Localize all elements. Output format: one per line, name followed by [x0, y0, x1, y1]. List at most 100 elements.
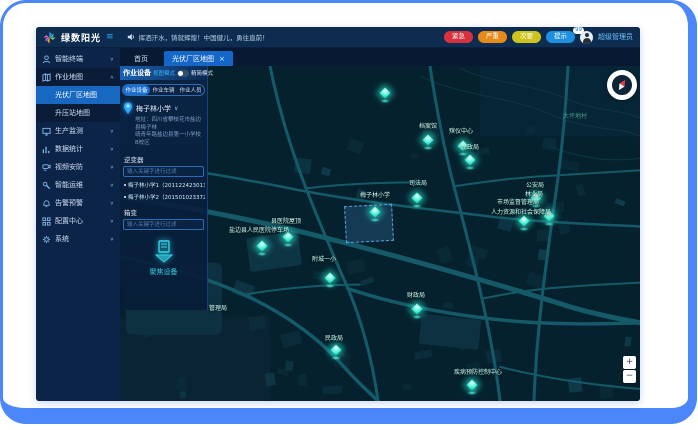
panel-tab-equipment[interactable]: 作业设备: [123, 85, 150, 95]
sidebar-item-label: 配置中心: [55, 216, 83, 226]
panel-title: 作业设备: [123, 68, 151, 78]
map-place-label: 档案馆: [419, 121, 437, 130]
box-transformer-filter-input[interactable]: 输入关键字进行过滤: [123, 219, 204, 230]
device-marker-icon[interactable]: [518, 215, 530, 231]
view-mode-label: 视图模式: [153, 69, 175, 77]
tab-label: 光伏厂区地图: [172, 54, 214, 64]
close-icon[interactable]: ×: [219, 55, 225, 63]
zoom-out-button[interactable]: −: [623, 370, 636, 383]
avatar-image: [580, 31, 593, 44]
panel-tab-vehicles[interactable]: 作业车辆: [150, 85, 177, 95]
sidebar-item-data-statistics[interactable]: 数据统计 ∨: [36, 140, 120, 158]
alarm-badge-minor[interactable]: 次要: [512, 31, 541, 43]
device-marker-icon[interactable]: [411, 303, 423, 319]
panel-header: 作业设备 视图模式 精简模式: [120, 66, 207, 80]
map-place-label: 疾病预防控制中心: [454, 367, 502, 376]
inverter-list-item[interactable]: 梅子林小学1（201122423013014...: [124, 181, 205, 189]
inverter-filter-input[interactable]: 输入关键字进行过滤: [123, 166, 204, 177]
monitor-icon: [42, 127, 51, 136]
tab-pv-plant-map[interactable]: 光伏厂区地图 ×: [164, 51, 233, 66]
map-place-label: 民政局: [325, 333, 343, 342]
device-marker-icon[interactable]: [256, 240, 268, 256]
panel-tab-personnel[interactable]: 作业人员: [177, 85, 204, 95]
station-address: 地址：四川省攀枝花市盐边县梅子林 靖青年路盐边县第一小学校B校区: [120, 115, 207, 148]
map-zoom-control: + −: [623, 356, 636, 383]
sidebar-item-system[interactable]: 系统 ∨: [36, 230, 120, 248]
map-place-label: 公安局: [526, 180, 544, 189]
bar-chart-icon: [42, 145, 51, 154]
map-place-label: 大坪地村: [563, 111, 587, 120]
announcement-ticker: 挥洒汗水，铸就辉煌！中国健儿，勇往直前！: [139, 32, 269, 42]
sidebar-item-work-map[interactable]: 作业地图 ∧: [36, 68, 120, 86]
grid-icon: [42, 217, 51, 226]
main-sidebar: 智能终端 ∨ 作业地图 ∧ 光伏厂区地图 升压站地图 生产监测 ∨: [36, 48, 120, 401]
map-icon: [42, 73, 51, 82]
device-marker-icon[interactable]: [464, 154, 476, 170]
map-canvas[interactable]: 作业设备 视图模式 精简模式 作业设备 作业车辆 作业人员: [120, 66, 640, 401]
sidebar-item-label: 视频安防: [55, 162, 83, 172]
sidebar-item-smart-terminal[interactable]: 智能终端 ∨: [36, 50, 120, 68]
device-marker-icon[interactable]: [422, 134, 434, 150]
sidebar-item-video-security[interactable]: 视频安防 ∨: [36, 158, 120, 176]
bell-icon: [42, 199, 51, 208]
top-header-bar: 绿数阳光 ≡ 挥洒汗水，铸就辉煌！中国健儿，勇往直前！ 紧急 严重 次要 提示 …: [36, 27, 640, 48]
device-marker-icon[interactable]: [324, 272, 336, 288]
chevron-down-icon: ∨: [110, 200, 114, 206]
sidebar-collapse-icon[interactable]: ≡: [106, 33, 114, 42]
focus-device-button[interactable]: 聚焦设备: [120, 239, 207, 277]
sidebar-subitem-pv-plant-map[interactable]: 光伏厂区地图: [36, 86, 120, 104]
map-place-label: 盐边县人民医院停车场: [229, 225, 289, 234]
sidebar-item-label: 系统: [55, 234, 69, 244]
device-marker-icon[interactable]: [330, 344, 342, 360]
app-title: 绿数阳光: [61, 31, 101, 44]
chevron-down-icon: ∨: [110, 236, 114, 242]
focus-device-label: 聚焦设备: [150, 267, 178, 277]
inverter-list-item[interactable]: 梅子林小学2（201501023372905...: [124, 193, 205, 201]
zoom-in-button[interactable]: +: [623, 356, 636, 369]
alarm-badge-hint[interactable]: 提示: [546, 31, 575, 43]
device-marker-icon[interactable]: [411, 192, 423, 208]
chevron-up-icon: ∧: [110, 74, 114, 80]
map-place-label: 人力资源和社会保障局: [491, 207, 551, 216]
sidebar-item-label: 生产监测: [55, 126, 83, 136]
sidebar-item-smart-ops[interactable]: 智能运维 ∨: [36, 176, 120, 194]
bullet-dot: [124, 184, 126, 186]
sidebar-subitem-label: 光伏厂区地图: [55, 90, 97, 100]
mode-toggle-switch[interactable]: [177, 70, 189, 77]
map-place-label: 梅子林小学: [360, 190, 390, 199]
focus-device-icon: [152, 239, 176, 265]
sidebar-item-production-monitoring[interactable]: 生产监测 ∨: [36, 122, 120, 140]
simple-mode-label: 精简模式: [191, 69, 213, 77]
bullet-dot: [124, 196, 126, 198]
device-marker-icon[interactable]: [369, 206, 381, 222]
alarm-badge-severe[interactable]: 严重: [478, 31, 507, 43]
map-place-label: 财政局: [407, 290, 425, 299]
user-role-label[interactable]: 超级管理员: [598, 32, 633, 42]
chevron-down-icon[interactable]: ∨: [174, 105, 178, 112]
map-place-label: 殡仪中心: [449, 126, 473, 135]
chevron-down-icon: ∨: [110, 182, 114, 188]
device-marker-icon[interactable]: [379, 87, 391, 103]
map-place-label: 民政局: [461, 142, 479, 151]
alarm-badge-critical[interactable]: 紧急: [444, 31, 473, 43]
map-place-label: 县医院屋顶: [271, 216, 301, 225]
brand-pinwheel-icon: [43, 31, 56, 44]
chevron-down-icon: ∨: [110, 146, 114, 152]
sidebar-item-label: 告警预警: [55, 198, 83, 208]
sidebar-item-config-center[interactable]: 配置中心 ∨: [36, 212, 120, 230]
sidebar-subitem-booster-station-map[interactable]: 升压站地图: [36, 104, 120, 122]
compass-control[interactable]: [607, 70, 637, 100]
tab-home[interactable]: 首页: [126, 51, 156, 66]
sidebar-item-label: 数据统计: [55, 144, 83, 154]
user-avatar[interactable]: 99: [580, 31, 593, 44]
work-equipment-panel: 作业设备 视图模式 精简模式 作业设备 作业车辆 作业人员: [120, 66, 208, 310]
box-transformer-section-label: 箱变: [120, 201, 207, 219]
chevron-down-icon: ∨: [110, 164, 114, 170]
terminal-icon: [42, 55, 51, 64]
device-marker-icon[interactable]: [466, 379, 478, 395]
wrench-icon: [42, 181, 51, 190]
station-selector[interactable]: 梅子林小学: [136, 104, 171, 114]
sidebar-item-alarm-warning[interactable]: 告警预警 ∨: [36, 194, 120, 212]
map-place-label: 市场监督管理局: [497, 197, 539, 206]
sidebar-item-label: 作业地图: [55, 72, 83, 82]
